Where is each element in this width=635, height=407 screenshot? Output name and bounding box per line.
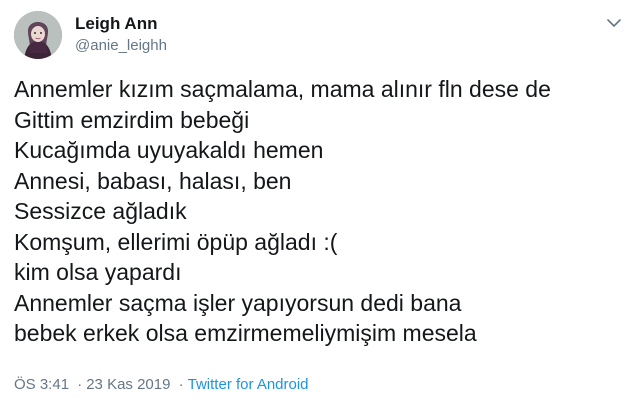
display-name[interactable]: Leigh Ann	[75, 13, 167, 34]
tweet-line: Gittim emzirdim bebeği	[14, 106, 250, 133]
tweet-date[interactable]: 23 Kas 2019	[86, 376, 170, 393]
tweet-line: Annemler saçma işler yapıyorsun dedi ban…	[14, 289, 462, 316]
tweet-time[interactable]: ÖS 3:41	[14, 376, 69, 393]
user-handle[interactable]: @anie_leighh	[75, 36, 167, 56]
tweet-line: Sessizce ağladık	[14, 198, 187, 224]
avatar[interactable]	[14, 11, 62, 59]
tweet-text: Annemler kızım saçmalama, mama alınır fl…	[14, 74, 624, 349]
tweet-card: Leigh Ann @anie_leighh Annemler kızım sa…	[0, 0, 635, 407]
meta-separator: ·	[178, 376, 184, 393]
tweet-line: Annemler kızım saçmalama, mama alınır fl…	[14, 76, 551, 102]
avatar-image	[14, 11, 62, 59]
tweet-line: Komşum, ellerimi öpüp ağladı :(	[14, 228, 338, 255]
user-info: Leigh Ann @anie_leighh	[75, 13, 167, 56]
tweet-line: bebek erkek olsa emzirmemeliymişim mesel…	[14, 320, 477, 346]
meta-separator: ·	[77, 376, 83, 393]
tweet-line: Kucağımda uyuyakaldı hemen	[14, 137, 324, 163]
tweet-source-link[interactable]: Twitter for Android	[188, 376, 309, 393]
tweet-meta: ÖS 3:41 · 23 Kas 2019 · Twitter for Androi…	[14, 376, 309, 393]
tweet-line: kim olsa yapardı	[14, 259, 182, 285]
tweet-menu-button[interactable]	[605, 14, 623, 32]
chevron-down-icon	[607, 19, 621, 27]
tweet-line: Annesi, babası, halası, ben	[14, 167, 292, 194]
